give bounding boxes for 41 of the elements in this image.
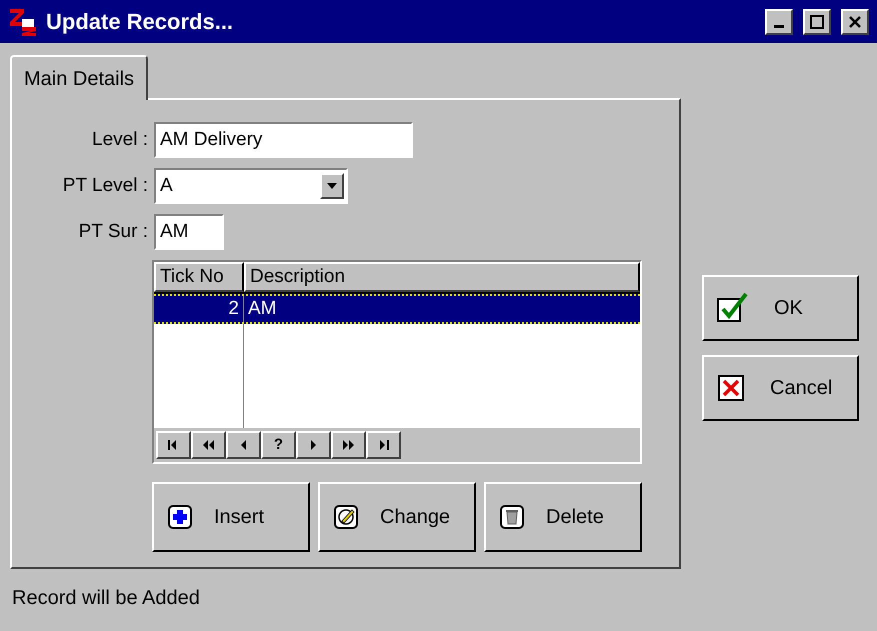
navigator-button[interactable] — [296, 431, 331, 459]
action-button[interactable]: Change — [318, 482, 476, 552]
table-cell: 2 — [154, 296, 244, 322]
navigator-button[interactable] — [191, 431, 226, 459]
dropdown[interactable]: A — [154, 168, 348, 204]
field-label: PT Sur : — [78, 220, 148, 244]
pencil-icon — [332, 503, 360, 531]
field-label: Level : — [91, 128, 148, 152]
column-header[interactable]: Description — [244, 262, 640, 292]
navigator-button[interactable] — [366, 431, 401, 459]
navigator-button[interactable] — [226, 431, 261, 459]
input-field[interactable]: AM — [154, 214, 224, 250]
maximize-button[interactable] — [803, 8, 831, 34]
minimize-icon — [774, 25, 784, 28]
action-button[interactable]: Insert — [152, 482, 310, 552]
caret-icon — [327, 183, 337, 189]
window-title: Update Records... — [46, 8, 234, 36]
check-icon — [716, 291, 750, 325]
tab[interactable]: Main Details — [10, 55, 148, 100]
dialog-button[interactable]: Cancel — [702, 355, 859, 421]
minimize-button[interactable] — [765, 8, 793, 34]
app-logo-icon — [8, 6, 38, 36]
dropdown-value: A — [159, 174, 174, 198]
close-button[interactable] — [841, 8, 869, 34]
field-label: PT Level : — [62, 174, 148, 198]
close-icon — [848, 14, 862, 28]
column-header[interactable]: Tick No — [154, 262, 244, 292]
navigator-button[interactable]: ? — [261, 431, 296, 459]
maximize-icon — [810, 14, 824, 28]
input-field[interactable]: AM Delivery — [154, 122, 413, 158]
navigator-button[interactable] — [156, 431, 191, 459]
trash-icon — [498, 503, 526, 531]
table-row[interactable]: 2 AM — [154, 294, 640, 324]
fast-forward-icon — [341, 437, 356, 453]
navigator-button[interactable] — [331, 431, 366, 459]
status-text: Record will be Added — [12, 586, 201, 611]
cross-icon — [716, 373, 746, 403]
action-button[interactable]: Delete — [484, 482, 642, 552]
table-cell-text: AM — [247, 297, 278, 321]
dialog-button[interactable]: OK — [702, 275, 859, 341]
plus-icon — [166, 503, 194, 531]
